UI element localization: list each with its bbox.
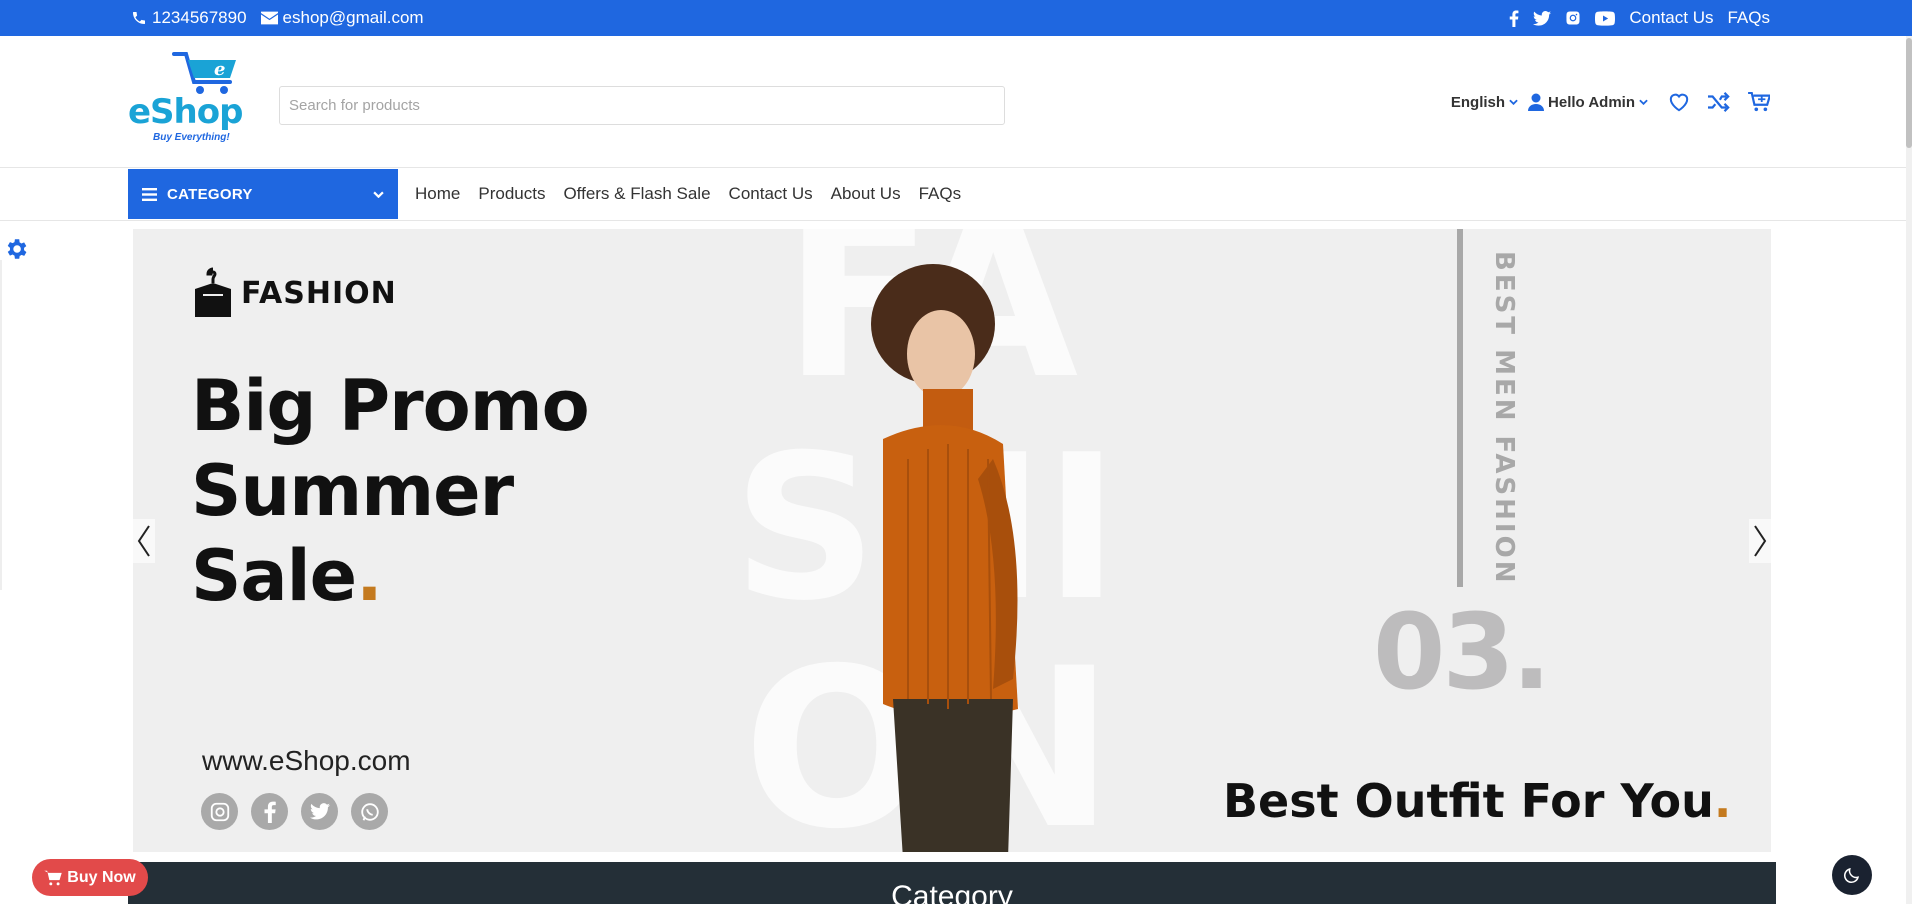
chevron-down-icon	[373, 191, 384, 198]
logo-text: eShop	[128, 92, 243, 132]
chevron-left-icon	[137, 525, 150, 557]
top-bar: 1234567890 eshop@gmail.com Contact Us FA…	[0, 0, 1912, 36]
hero-banner-slide: FA SHI ON FASHION Big Promo Summer Sale.…	[133, 229, 1771, 852]
user-menu[interactable]: Hello Admin	[1528, 93, 1648, 111]
email-address: eshop@gmail.com	[282, 8, 424, 27]
chevron-down-icon	[1639, 99, 1648, 105]
hero-slide-number: 03.	[1373, 591, 1551, 713]
user-greeting: Hello Admin	[1548, 93, 1635, 111]
side-panel-edge	[0, 260, 2, 590]
nav-offers-flash-sale[interactable]: Offers & Flash Sale	[563, 184, 710, 204]
topbar-contact-link[interactable]: Contact Us	[1629, 8, 1713, 28]
scrollbar-thumb[interactable]	[1906, 38, 1912, 148]
carousel-prev-button[interactable]	[133, 519, 155, 563]
category-label: CATEGORY	[167, 185, 253, 203]
language-label: English	[1450, 93, 1506, 111]
chevron-right-icon	[1754, 525, 1767, 557]
facebook-icon[interactable]	[1509, 9, 1519, 27]
youtube-icon[interactable]	[1595, 10, 1616, 26]
main-nav: CATEGORY Home Products Offers & Flash Sa…	[0, 168, 1912, 221]
hero-website: www.eShop.com	[202, 745, 411, 776]
buy-now-button[interactable]: Buy Now	[32, 859, 148, 896]
vertical-divider	[1457, 229, 1463, 587]
hero-tagline-text: Best Outfit For You	[1223, 774, 1714, 828]
hero-social-icons	[201, 793, 388, 830]
hero-tagline: Best Outfit For You.	[1223, 774, 1731, 828]
cart-icon	[44, 870, 62, 885]
twitter-icon	[301, 793, 338, 830]
cart-logo-icon: e	[172, 52, 236, 94]
wishlist-heart-icon[interactable]	[1668, 92, 1690, 112]
settings-gear-icon[interactable]	[3, 236, 29, 262]
hero-headline-line: Sale	[191, 535, 357, 617]
logo-tagline: Buy Everything!	[153, 132, 230, 143]
phone-number: 1234567890	[152, 8, 247, 27]
menu-bars-icon	[142, 187, 157, 201]
hero-brand: FASHION	[193, 267, 397, 319]
nav-products[interactable]: Products	[478, 184, 545, 204]
topbar-faqs-link[interactable]: FAQs	[1727, 8, 1770, 28]
whatsapp-icon	[351, 793, 388, 830]
phone-icon	[133, 12, 145, 24]
compare-shuffle-icon[interactable]	[1708, 92, 1730, 112]
nav-contact-us[interactable]: Contact Us	[729, 184, 813, 204]
nav-faqs[interactable]: FAQs	[919, 184, 962, 204]
nav-home[interactable]: Home	[415, 184, 460, 204]
hero-headline-line: Summer	[191, 450, 514, 532]
instagram-icon	[201, 793, 238, 830]
nav-about-us[interactable]: About Us	[831, 184, 901, 204]
twitter-icon[interactable]	[1533, 10, 1552, 26]
category-dropdown-button[interactable]: CATEGORY	[128, 169, 398, 219]
fashion-model-image	[871, 264, 1018, 852]
site-logo[interactable]: e eShop Buy Everything!	[128, 48, 248, 146]
cart-icon[interactable]	[1748, 92, 1770, 112]
page-scrollbar[interactable]	[1906, 36, 1912, 904]
moon-icon	[1844, 867, 1860, 883]
facebook-icon	[251, 793, 288, 830]
instagram-icon[interactable]	[1565, 10, 1581, 26]
category-section-title: Category	[891, 880, 1013, 913]
email-contact[interactable]: eshop@gmail.com	[260, 8, 424, 28]
site-header: e eShop Buy Everything! English Hello Ad…	[0, 36, 1912, 168]
accent-dot: .	[356, 535, 383, 617]
svg-text:e: e	[214, 59, 225, 80]
hero-vertical-text: BEST MEN FASHION	[1489, 251, 1519, 586]
hero-headline: Big Promo Summer Sale.	[191, 364, 590, 619]
search-input[interactable]	[279, 86, 1005, 125]
dark-mode-toggle[interactable]	[1832, 855, 1872, 895]
accent-dot: .	[1713, 774, 1732, 828]
category-section-header: Category	[128, 862, 1776, 913]
buy-now-label: Buy Now	[67, 868, 136, 886]
phone-contact[interactable]: 1234567890	[131, 8, 247, 28]
hanger-bag-icon	[195, 267, 231, 317]
hero-brand-label: FASHION	[241, 275, 397, 311]
user-icon	[1528, 93, 1545, 111]
chevron-down-icon	[1509, 99, 1518, 105]
language-selector[interactable]: English	[1451, 94, 1518, 111]
hero-headline-line: Big Promo	[191, 365, 590, 447]
envelope-icon	[260, 11, 278, 25]
carousel-next-button[interactable]	[1749, 519, 1771, 563]
